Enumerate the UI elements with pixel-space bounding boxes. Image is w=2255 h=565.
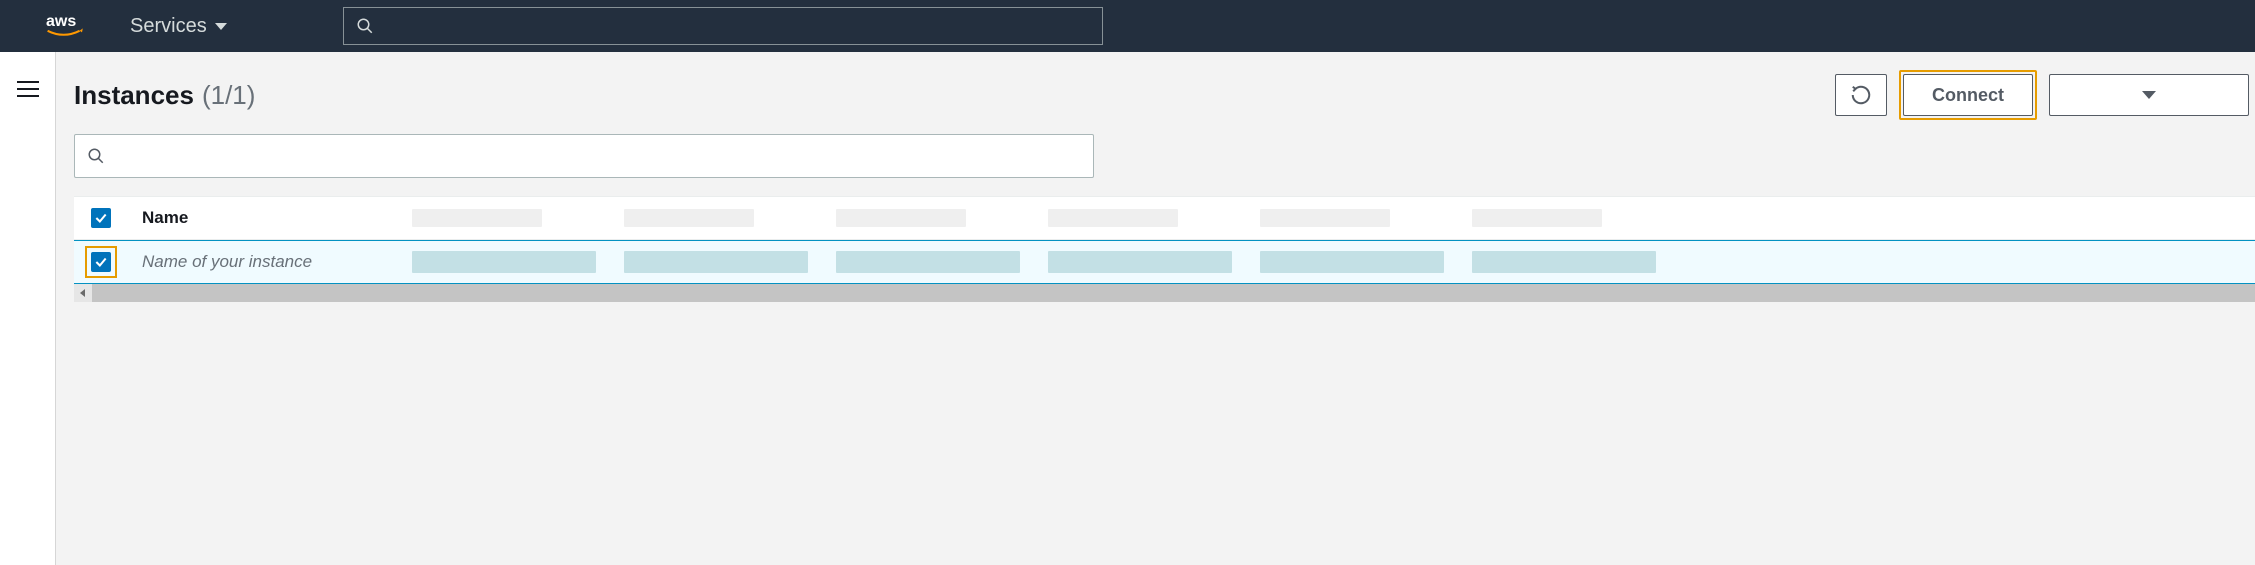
search-icon [356,17,374,35]
column-header-placeholder [398,209,610,227]
svg-text:aws: aws [46,13,76,30]
row-placeholder-cell [398,251,610,273]
row-placeholder-cell [1034,251,1246,273]
table-row[interactable]: Name of your instance [74,240,2255,284]
services-label: Services [130,15,207,38]
column-header-placeholder [1034,209,1246,227]
column-header-placeholder [1458,209,1670,227]
filter-wrap [74,134,1094,178]
refresh-button[interactable] [1835,74,1887,116]
body: Instances (1/1) Connect [0,52,2255,565]
row-placeholder-cell [1458,251,1670,273]
row-placeholder-cell [610,251,822,273]
horizontal-scrollbar[interactable] [74,284,2255,302]
refresh-icon [1850,84,1872,106]
row-checkbox[interactable] [91,252,111,272]
search-icon [87,147,105,165]
main-content: Instances (1/1) Connect [56,52,2255,565]
connect-button[interactable]: Connect [1903,74,2033,116]
row-checkbox-cell [74,246,128,278]
hamburger-menu-button[interactable] [17,80,39,565]
column-header-placeholder [1246,209,1458,227]
row-name-cell: Name of your instance [128,252,398,272]
top-nav: aws Services [0,0,2255,52]
column-header-placeholder [610,209,822,227]
page-title-count: (1/1) [202,80,255,111]
global-search[interactable] [343,7,1103,45]
column-header-placeholder [822,209,1034,227]
scroll-track[interactable] [92,284,2255,302]
page-title: Instances (1/1) [74,80,255,111]
header-checkbox-cell [74,208,128,228]
row-placeholder-cell [1246,251,1458,273]
page-title-text: Instances [74,80,194,111]
scroll-left-arrow[interactable] [74,284,92,302]
services-menu-button[interactable]: Services [118,7,239,46]
select-all-checkbox[interactable] [91,208,111,228]
row-checkbox-highlight [85,246,117,278]
caret-down-icon [215,23,227,30]
instances-table: Name Name [74,196,2255,302]
aws-logo[interactable]: aws [16,11,94,41]
column-header-name[interactable]: Name [128,208,398,228]
actions-dropdown-button[interactable] [2049,74,2249,116]
side-rail [0,52,56,565]
header-row: Instances (1/1) Connect [74,70,2255,120]
caret-down-icon [2142,91,2156,99]
table-header-row: Name [74,196,2255,240]
connect-highlight: Connect [1899,70,2037,120]
row-placeholder-cell [822,251,1034,273]
connect-label: Connect [1932,85,2004,106]
filter-input[interactable] [74,134,1094,178]
